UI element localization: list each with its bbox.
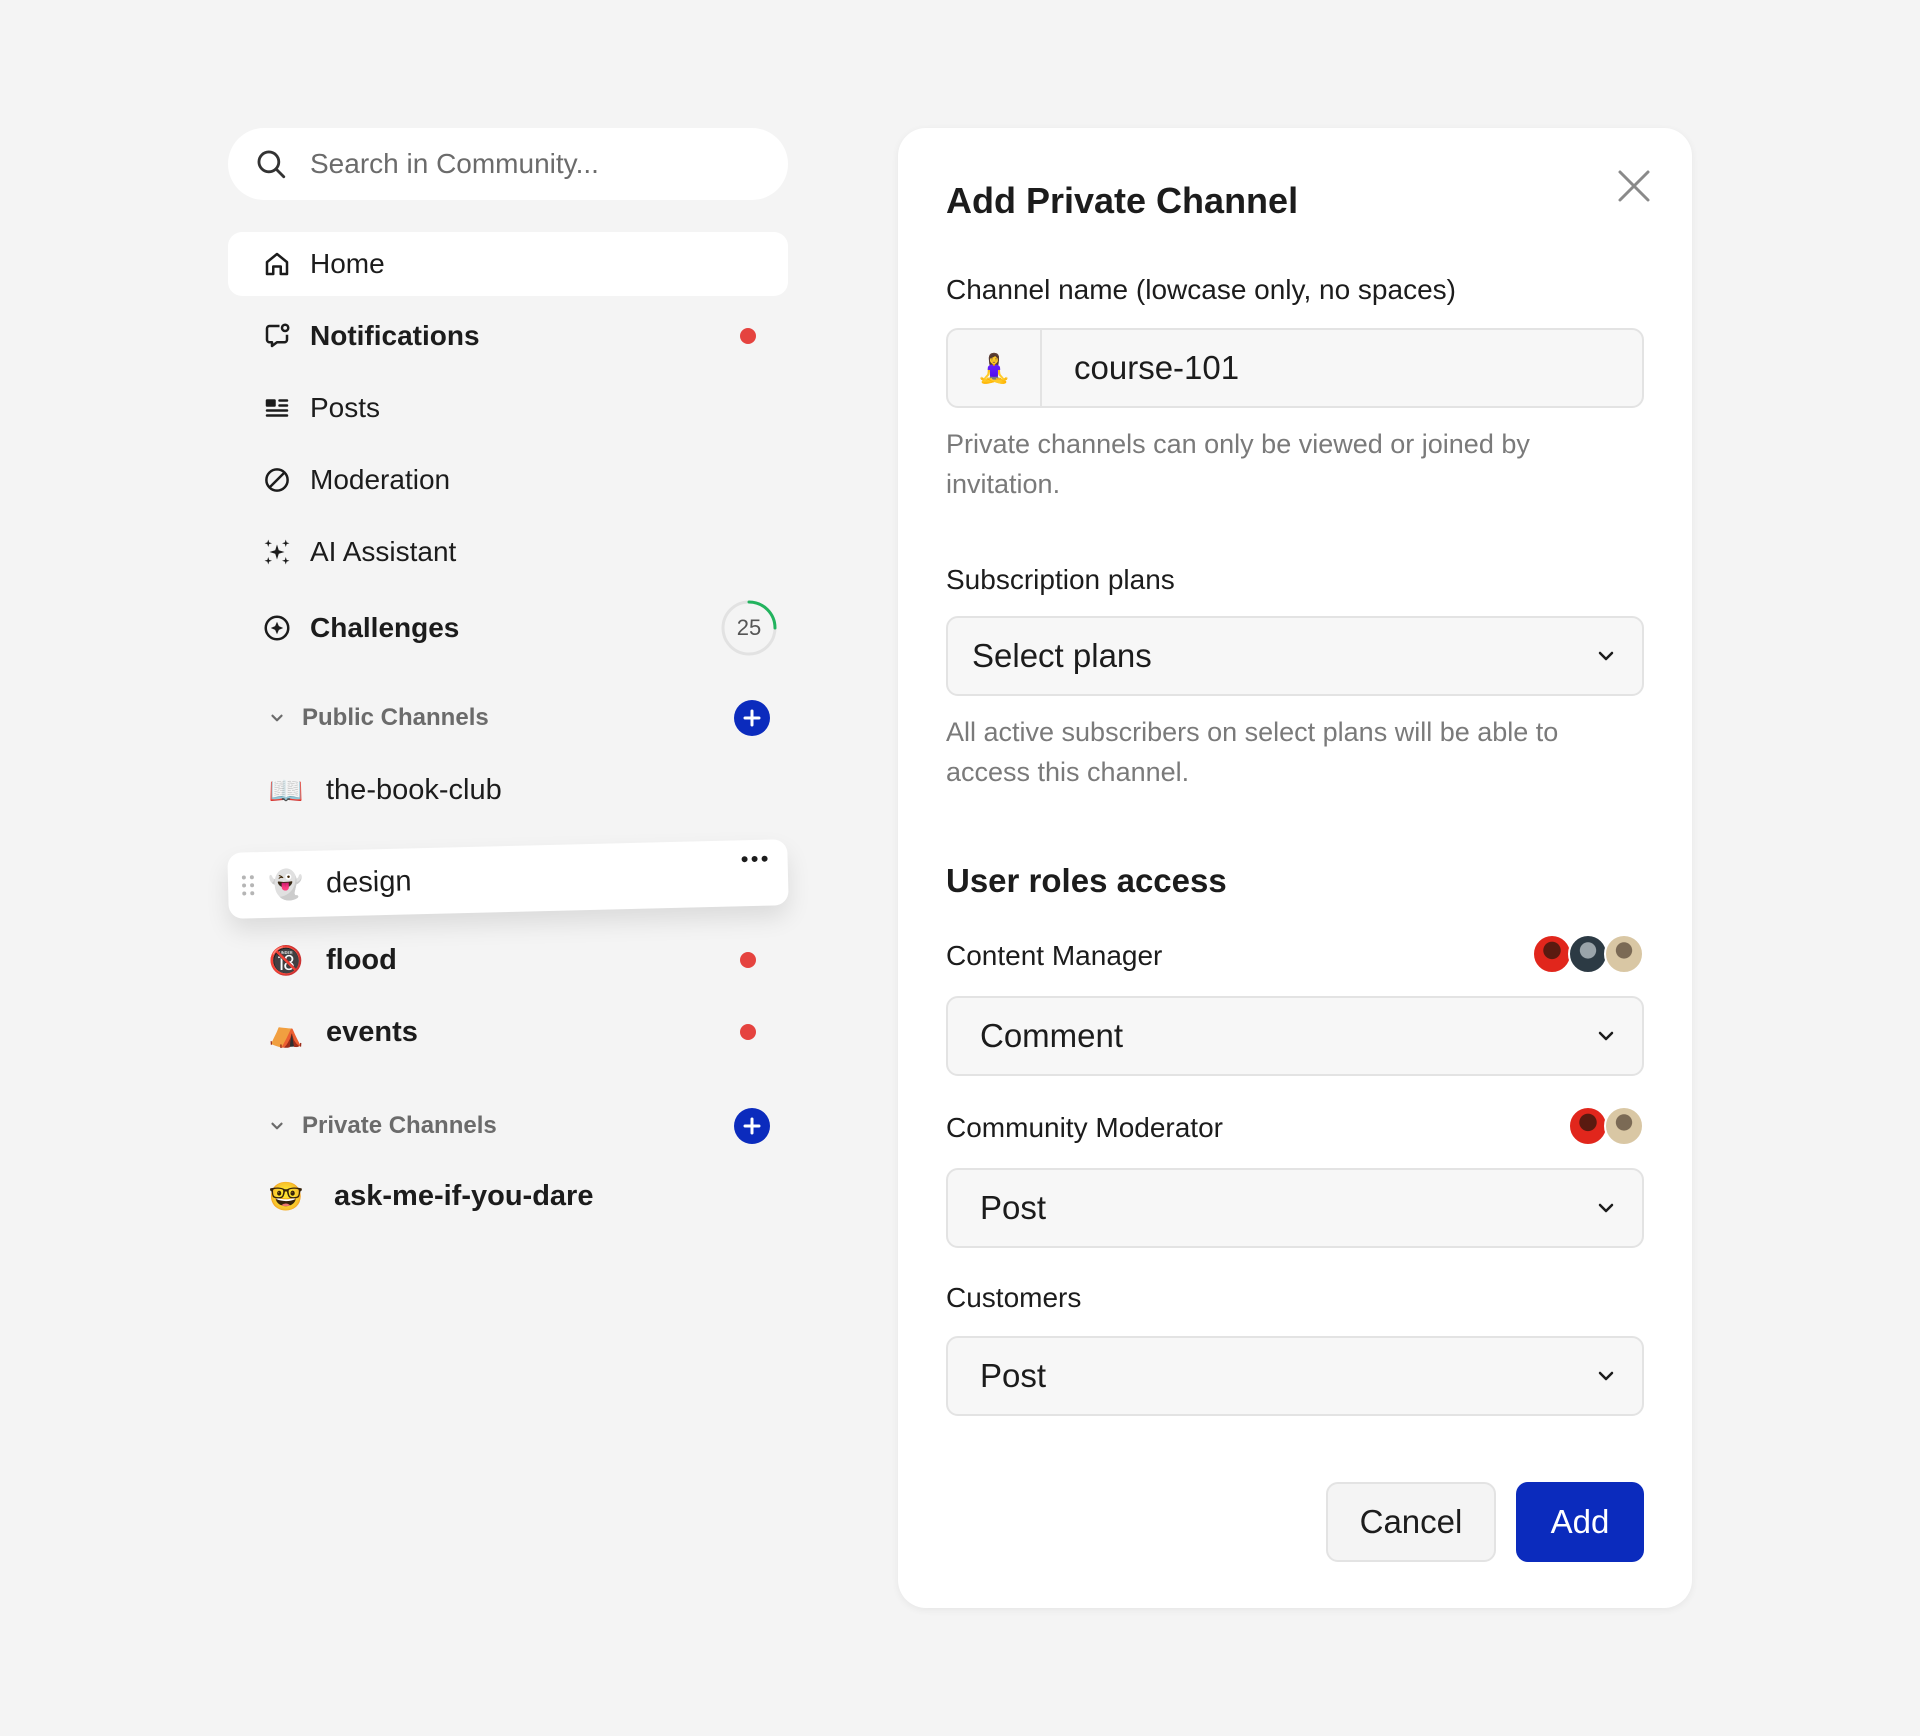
nav-ai-assistant[interactable]: AI Assistant bbox=[228, 520, 788, 584]
search-input[interactable] bbox=[310, 148, 750, 180]
role-permission-value: Post bbox=[980, 1357, 1047, 1394]
nav-challenges-label: Challenges bbox=[310, 612, 460, 643]
drag-handle-icon[interactable] bbox=[240, 873, 257, 897]
public-channels-header[interactable]: Public Channels bbox=[228, 692, 788, 744]
subscription-plans-select[interactable]: Select plans bbox=[946, 616, 1644, 696]
book-icon: 📖 bbox=[268, 774, 304, 806]
cancel-button[interactable]: Cancel bbox=[1326, 1482, 1496, 1562]
search-icon bbox=[257, 150, 286, 179]
role-avatars bbox=[1532, 934, 1644, 974]
chevron-down-icon bbox=[1598, 651, 1614, 661]
avatar bbox=[1568, 934, 1608, 974]
nav-home-label: Home bbox=[310, 248, 385, 279]
subscription-plans-help: All active subscribers on select plans w… bbox=[946, 717, 1559, 787]
no-under-18-icon: 🔞 bbox=[268, 944, 304, 976]
avatar bbox=[1604, 934, 1644, 974]
channel-name-label: Channel name (lowcase only, no spaces) bbox=[946, 274, 1456, 305]
role-label: Customers bbox=[946, 1282, 1082, 1313]
close-icon bbox=[1618, 170, 1650, 202]
nav-posts[interactable]: Posts bbox=[228, 376, 788, 440]
nav-moderation-label: Moderation bbox=[310, 464, 451, 495]
channel-name-field[interactable]: 🧘‍♀️ bbox=[946, 328, 1644, 408]
role-permission-value: Post bbox=[980, 1189, 1047, 1226]
channel-label: design bbox=[325, 864, 412, 899]
channel-item-dragging[interactable]: 👻 design bbox=[227, 839, 789, 919]
user-roles-title: User roles access bbox=[946, 862, 1227, 899]
channel-label: the-book-club bbox=[326, 773, 502, 806]
plus-icon bbox=[743, 709, 761, 727]
main-nav: Home Notifications Posts Moderation AI A… bbox=[228, 232, 788, 664]
role-label: Content Manager bbox=[946, 940, 1163, 971]
more-options-icon[interactable] bbox=[739, 854, 769, 865]
nav-notifications-label: Notifications bbox=[310, 320, 480, 351]
chevron-down-icon bbox=[271, 714, 283, 722]
search-bar[interactable] bbox=[228, 128, 788, 200]
nav-notifications[interactable]: Notifications bbox=[228, 304, 788, 368]
chevron-down-icon bbox=[1598, 1371, 1614, 1381]
chevron-down-icon bbox=[271, 1122, 283, 1130]
role-avatars bbox=[1568, 1106, 1644, 1146]
chevron-down-icon bbox=[1598, 1031, 1614, 1041]
compass-icon bbox=[262, 613, 292, 643]
add-button[interactable]: Add bbox=[1516, 1482, 1644, 1562]
challenges-progress: 25 bbox=[720, 599, 778, 657]
channel-item[interactable]: 🤓 ask-me-if-you-dare bbox=[228, 1164, 788, 1228]
add-private-channel-dialog: Add Private Channel Channel name (lowcas… bbox=[898, 128, 1692, 1608]
plus-icon bbox=[743, 1117, 761, 1135]
dialog-title: Add Private Channel bbox=[946, 180, 1299, 221]
role-permission-value: Comment bbox=[980, 1017, 1124, 1054]
add-private-channel-button[interactable] bbox=[734, 1108, 770, 1144]
nav-ai-assistant-label: AI Assistant bbox=[310, 536, 457, 567]
channel-name-input[interactable] bbox=[1074, 349, 1594, 387]
avatar bbox=[1568, 1106, 1608, 1146]
notification-bubble-icon bbox=[262, 321, 292, 351]
channel-item[interactable]: 🔞 flood bbox=[228, 928, 788, 992]
nav-home[interactable]: Home bbox=[228, 232, 788, 296]
nav-moderation[interactable]: Moderation bbox=[228, 448, 788, 512]
role-label: Community Moderator bbox=[946, 1112, 1223, 1143]
add-public-channel-button[interactable] bbox=[734, 700, 770, 736]
chevron-down-icon bbox=[1598, 1203, 1614, 1213]
nav-posts-label: Posts bbox=[310, 392, 381, 423]
private-channels-title: Private Channels bbox=[302, 1112, 497, 1139]
unread-dot bbox=[740, 952, 756, 968]
sparkles-icon bbox=[262, 537, 292, 567]
posts-icon bbox=[262, 393, 292, 423]
ghost-icon: 👻 bbox=[268, 868, 304, 901]
private-channels-header[interactable]: Private Channels bbox=[228, 1100, 788, 1152]
nav-challenges[interactable]: Challenges 25 bbox=[228, 592, 788, 664]
role-permission-select[interactable]: Post bbox=[946, 1336, 1644, 1416]
channel-item[interactable]: ⛺ events bbox=[228, 1000, 788, 1064]
channel-name-help: Private channels can only be viewed or j… bbox=[946, 429, 1530, 499]
channel-label: ask-me-if-you-dare bbox=[334, 1179, 594, 1212]
challenges-count: 25 bbox=[736, 615, 762, 640]
prohibited-icon bbox=[262, 465, 292, 495]
channel-emoji-picker[interactable]: 🧘‍♀️ bbox=[948, 330, 1042, 406]
role-permission-select[interactable]: Post bbox=[946, 1168, 1644, 1248]
avatar bbox=[1532, 934, 1572, 974]
role-permission-select[interactable]: Comment bbox=[946, 996, 1644, 1076]
subscription-plans-label: Subscription plans bbox=[946, 564, 1175, 595]
avatar bbox=[1604, 1106, 1644, 1146]
channel-item[interactable]: 📖 the-book-club bbox=[228, 758, 788, 822]
close-button[interactable] bbox=[1614, 166, 1654, 206]
channel-label: flood bbox=[326, 943, 397, 976]
sidebar: Home Notifications Posts Moderation bbox=[227, 128, 789, 1236]
unread-dot bbox=[740, 328, 756, 344]
unread-dot bbox=[740, 1024, 756, 1040]
tent-icon: ⛺ bbox=[268, 1016, 304, 1048]
nerd-face-icon: 🤓 bbox=[268, 1180, 304, 1212]
channel-label: events bbox=[326, 1015, 418, 1048]
public-channels-title: Public Channels bbox=[302, 704, 489, 731]
home-icon bbox=[262, 249, 292, 279]
subscription-plans-value: Select plans bbox=[972, 637, 1152, 674]
